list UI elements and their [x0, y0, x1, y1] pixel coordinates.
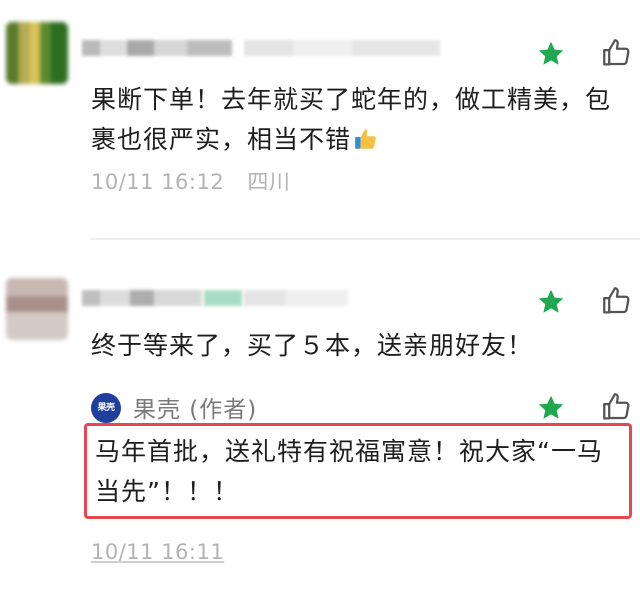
star-icon[interactable]	[536, 393, 566, 423]
comment-text-line: 裹也很严实，相当不错	[91, 120, 631, 160]
username-blurred	[204, 290, 242, 306]
author-name[interactable]: 果壳 (作者)	[133, 390, 257, 424]
thumbs-up-icon[interactable]	[600, 284, 634, 318]
reply-text-line: 当先”！！！	[95, 477, 239, 506]
reply-date: 10/11 16:11	[91, 540, 225, 564]
thumbs-up-icon[interactable]	[600, 36, 634, 70]
avatar[interactable]	[6, 22, 68, 84]
comment-text: 终于等来了，买了５本，送亲朋好友！	[91, 331, 534, 360]
reply-text-line: 马年首批，送礼特有祝福寓意！祝大家“一马	[95, 437, 603, 466]
username-blurred	[82, 290, 202, 306]
comment-location: 四川	[247, 170, 291, 194]
avatar[interactable]	[6, 278, 68, 340]
thumbs-up-emoji	[353, 124, 379, 150]
comment-text-line: 果断下单！去年就买了蛇年的，做工精美，包	[91, 85, 612, 114]
comment-text: 果断下单！去年就买了蛇年的，做工精美，包 裹也很严实，相当不错	[91, 80, 631, 160]
highlight-box: 马年首批，送礼特有祝福寓意！祝大家“一马 当先”！！！	[84, 423, 632, 519]
author-avatar[interactable]: 果壳	[91, 393, 121, 423]
star-icon[interactable]	[536, 39, 566, 69]
comment-date: 10/11 16:12	[91, 170, 225, 194]
username-blurred	[244, 290, 348, 306]
divider	[90, 238, 640, 240]
username-blurred	[82, 40, 232, 56]
username-blurred	[244, 40, 440, 56]
comment-meta: 10/11 16:12 四川	[91, 166, 290, 196]
thumbs-up-icon[interactable]	[600, 390, 634, 424]
star-icon[interactable]	[536, 287, 566, 317]
reply-text: 马年首批，送礼特有祝福寓意！祝大家“一马 当先”！！！	[95, 432, 625, 512]
